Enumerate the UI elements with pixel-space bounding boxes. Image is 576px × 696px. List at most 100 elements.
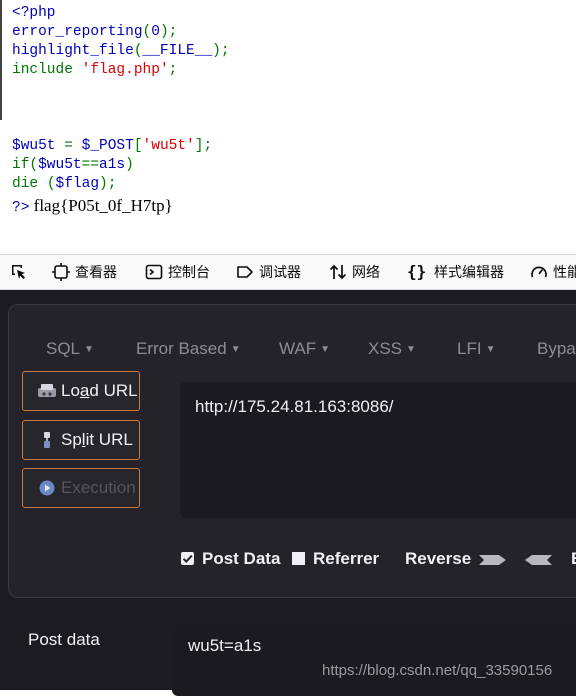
- flag-output: flag{P05t_0f_H7tp}: [33, 196, 173, 215]
- code-token: (: [142, 24, 152, 40]
- tab-label: 查看器: [75, 265, 117, 281]
- post-data-value: wu5t=a1s: [188, 636, 262, 655]
- code-token: 'flag.php': [81, 62, 169, 78]
- watermark: https://blog.csdn.net/qq_33590156: [322, 662, 553, 679]
- tab-console[interactable]: 控制台: [145, 255, 210, 289]
- code-token: $_POST: [81, 138, 134, 154]
- menu-label: Bypass: [537, 339, 576, 358]
- code-line: if($wu5t==a1s): [12, 156, 134, 175]
- tab-label: 网络: [352, 265, 380, 281]
- post-data-textarea[interactable]: wu5t=a1s: [172, 626, 576, 696]
- code-token: );: [99, 176, 117, 192]
- decode-arrow-icon[interactable]: [524, 553, 552, 567]
- encode-arrow-icon[interactable]: [479, 553, 507, 567]
- code-line: highlight_file(__FILE__);: [12, 42, 230, 61]
- caret-down-icon: ▼: [406, 344, 416, 356]
- menu-label: SQL: [46, 339, 81, 358]
- php-source-view: <?php error_reporting(0); highlight_file…: [0, 0, 576, 254]
- split-url-icon: [44, 432, 50, 448]
- code-line: include 'flag.php';: [12, 61, 177, 80]
- reverse-option: Reverse: [405, 549, 471, 569]
- script-output: ?> flag{P05t_0f_H7tp}: [12, 196, 173, 216]
- divider: [0, 0, 2, 120]
- caret-down-icon: ▼: [230, 344, 241, 356]
- code-token: ): [125, 157, 134, 173]
- code-token: );: [212, 43, 230, 59]
- code-token: );: [159, 24, 178, 40]
- code-token: highlight_file: [12, 43, 134, 59]
- code-token: (: [133, 43, 143, 59]
- php-close-tag: ?>: [12, 200, 30, 216]
- caret-down-icon: ▼: [84, 344, 94, 356]
- console-icon: [145, 264, 163, 280]
- code-line: $wu5t = $_POST['wu5t'];: [12, 137, 212, 156]
- code-token: 'wu5t': [142, 138, 195, 154]
- tab-performance[interactable]: 性能: [530, 255, 576, 289]
- tab-debugger[interactable]: 调试器: [236, 255, 301, 289]
- code-token: $wu5t: [12, 138, 65, 154]
- menu-bypass[interactable]: Bypass: [537, 339, 576, 359]
- code-line: die ($flag);: [12, 175, 116, 194]
- inspector-icon: [52, 263, 70, 281]
- code-token: ==: [81, 157, 100, 173]
- menu-sql[interactable]: SQL ▼: [46, 339, 94, 359]
- menu-lfi[interactable]: LFI ▼: [457, 339, 495, 359]
- checkbox-icon[interactable]: [292, 552, 305, 565]
- pick-element-icon: [12, 265, 25, 279]
- post-data-heading: Post data: [28, 630, 100, 649]
- style-editor-icon: {}: [407, 262, 427, 281]
- code-token: (: [46, 176, 56, 192]
- tab-label: 控制台: [168, 265, 210, 281]
- referrer-label: Referrer: [313, 549, 380, 568]
- hackbar-main: SQL▼ Error Based▼ WAF▼ XSS▼ LFI▼ Bypass …: [8, 304, 576, 598]
- code-line: error_reporting(0);: [12, 23, 177, 42]
- menu-error-based[interactable]: Error Based ▼: [136, 339, 241, 359]
- url-textarea[interactable]: http://175.24.81.163:8086/: [180, 382, 576, 518]
- load-url-label: Load URL: [61, 381, 138, 400]
- load-url-icon: [38, 384, 56, 397]
- caret-down-icon: ▼: [320, 344, 331, 356]
- url-value: http://175.24.81.163:8086/: [195, 397, 394, 416]
- network-icon: [329, 264, 347, 280]
- element-picker-button[interactable]: [10, 255, 28, 289]
- code-token: [: [133, 138, 143, 154]
- reverse-label: Reverse: [405, 549, 472, 568]
- menu-label: XSS: [368, 339, 403, 358]
- execute-button[interactable]: Execution: [22, 468, 140, 508]
- post-data-label: Post Data: [202, 549, 281, 568]
- checkbox-checked-icon[interactable]: [181, 552, 194, 565]
- menu-xss[interactable]: XSS ▼: [368, 339, 416, 359]
- code-token: <?php: [12, 5, 56, 21]
- next-option-fragment: E: [571, 549, 576, 569]
- menu-label: LFI: [457, 339, 482, 358]
- debugger-icon: [237, 266, 253, 278]
- menu-label: WAF: [279, 339, 317, 358]
- code-token: error_reporting: [12, 24, 143, 40]
- tab-label: 调试器: [259, 265, 301, 281]
- code-token: if(: [12, 157, 39, 173]
- tab-style-editor[interactable]: {} 样式编辑器: [407, 255, 504, 289]
- performance-icon: [531, 266, 547, 278]
- code-token: __FILE__: [142, 43, 213, 59]
- execute-label: Execution: [61, 478, 136, 497]
- referrer-option[interactable]: Referrer: [292, 549, 379, 569]
- tab-label: 性能: [553, 265, 576, 281]
- split-url-button[interactable]: Split URL: [22, 420, 140, 460]
- play-icon: [39, 480, 55, 496]
- code-token: $flag: [55, 176, 100, 192]
- tab-network[interactable]: 网络: [329, 255, 380, 289]
- code-token: ];: [194, 138, 213, 154]
- devtools-toolbar: 查看器 控制台 调试器 网络 {} 样式编辑器 性能: [0, 254, 576, 290]
- menu-waf[interactable]: WAF ▼: [279, 339, 330, 359]
- menu-label: Error Based: [136, 339, 227, 358]
- tab-inspector[interactable]: 查看器: [52, 255, 117, 289]
- code-token: =: [64, 138, 82, 154]
- load-url-button[interactable]: Load URL: [22, 371, 140, 411]
- code-token: $wu5t: [38, 157, 82, 173]
- split-url-label: Split URL: [61, 430, 133, 449]
- post-data-option[interactable]: Post Data: [181, 549, 280, 569]
- code-token: a1s: [99, 157, 126, 173]
- tab-label: 样式编辑器: [434, 265, 504, 281]
- hackbar-panel: SQL▼ Error Based▼ WAF▼ XSS▼ LFI▼ Bypass …: [0, 290, 576, 696]
- code-token: die: [12, 176, 47, 192]
